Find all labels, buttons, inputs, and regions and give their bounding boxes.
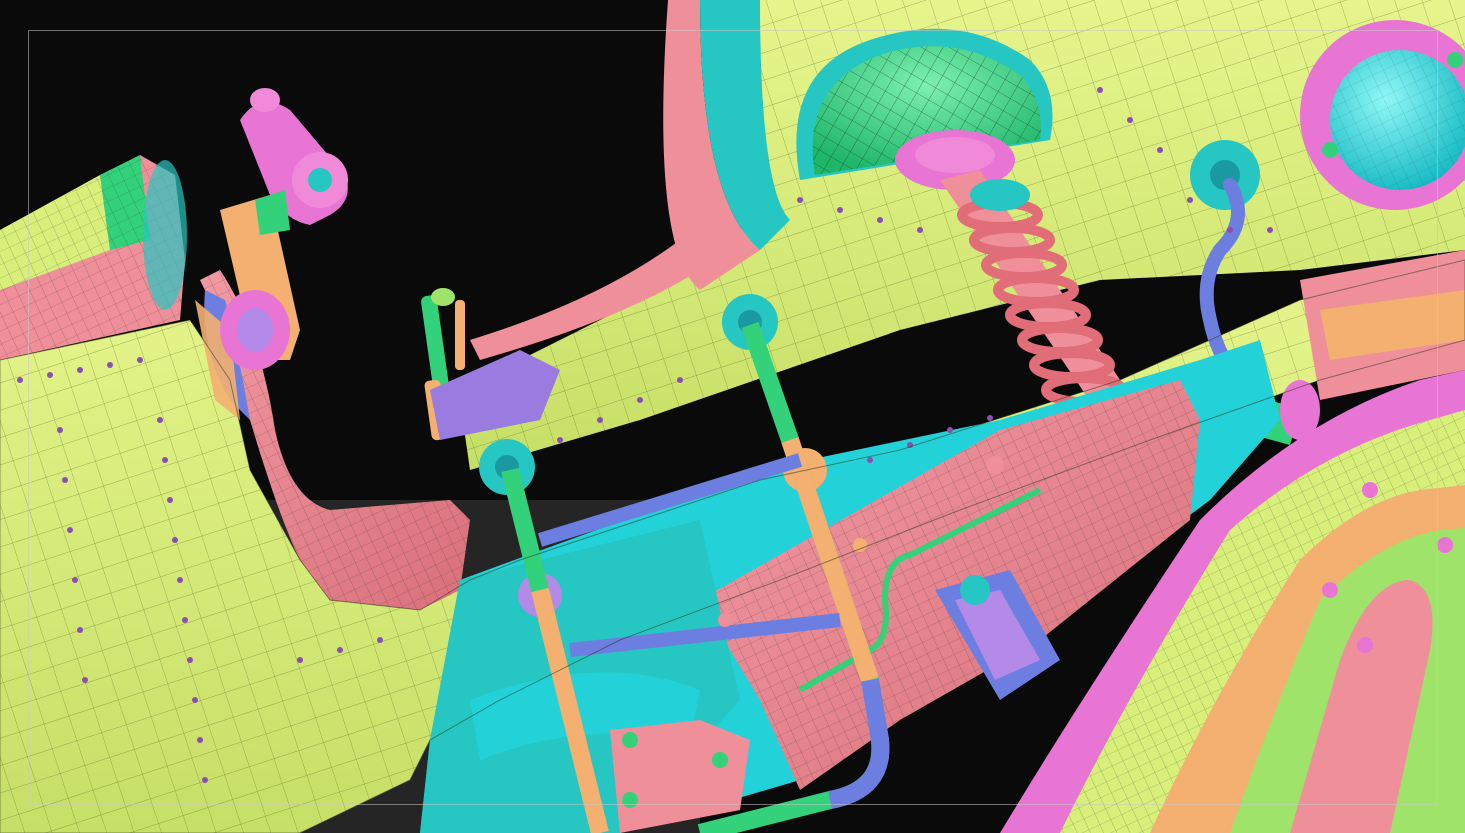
3d-viewport[interactable] — [0, 0, 1465, 833]
model-render[interactable] — [0, 0, 1465, 833]
